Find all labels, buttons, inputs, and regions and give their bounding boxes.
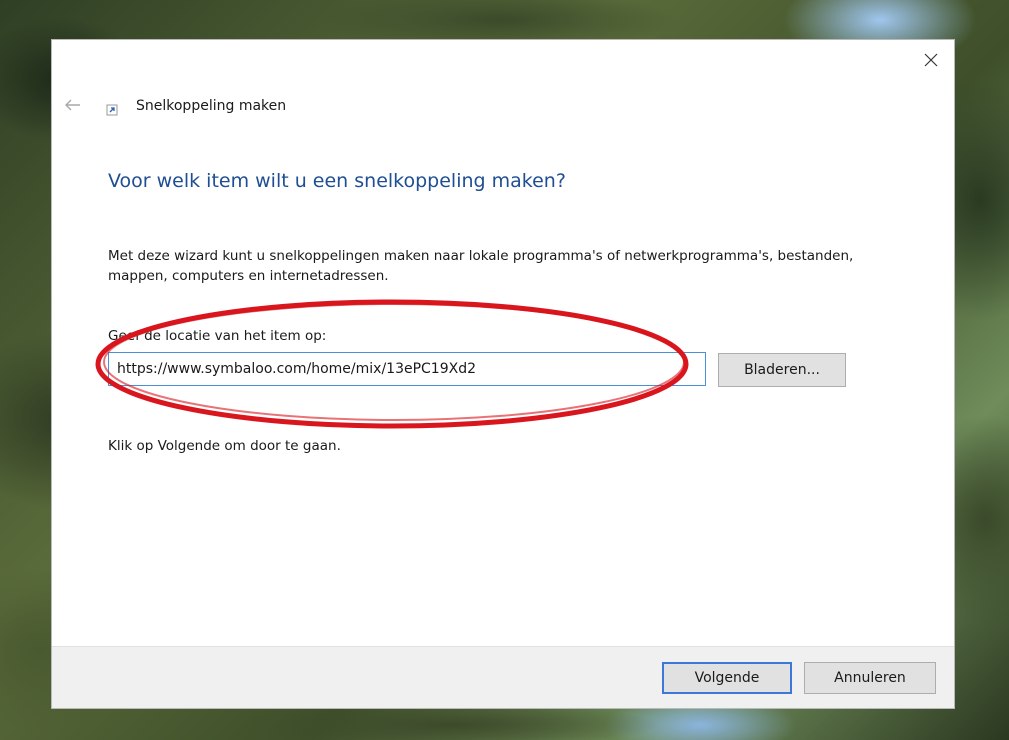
window-title: Snelkoppeling maken (136, 98, 287, 114)
next-button[interactable]: Volgende (662, 662, 792, 694)
continue-hint: Klik op Volgende om door te gaan. (108, 438, 341, 454)
desktop-background: Snelkoppeling maken Voor welk item wilt … (0, 0, 1009, 740)
cancel-button[interactable]: Annuleren (804, 662, 936, 694)
back-arrow-icon (65, 99, 80, 111)
shortcut-icon (106, 104, 118, 116)
location-input[interactable] (108, 352, 706, 386)
close-button[interactable] (908, 40, 954, 80)
wizard-description: Met deze wizard kunt u snelkoppelingen m… (108, 248, 854, 284)
close-icon (924, 53, 938, 67)
back-button[interactable] (62, 94, 84, 116)
page-heading: Voor welk item wilt u een snelkoppeling … (108, 170, 566, 192)
dialog-footer: Volgende Annuleren (52, 646, 954, 708)
browse-button[interactable]: Bladeren... (718, 353, 846, 387)
shortcut-wizard-dialog: Snelkoppeling maken Voor welk item wilt … (52, 40, 954, 708)
location-label: Geef de locatie van het item op: (108, 328, 327, 344)
